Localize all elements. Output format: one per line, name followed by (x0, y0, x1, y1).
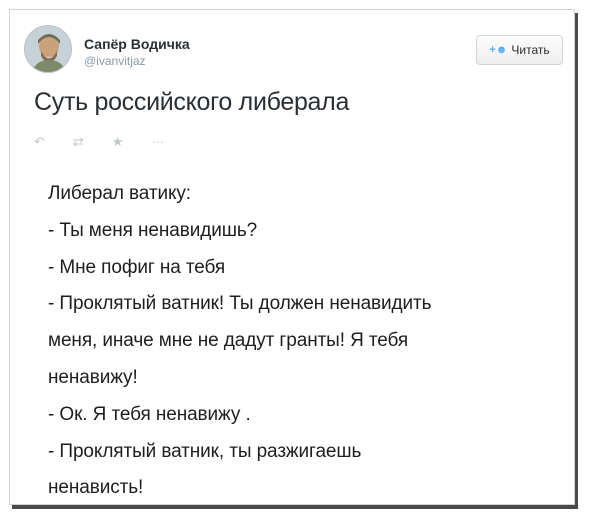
text-line: - Ты меня ненавидишь? (48, 219, 258, 241)
tweet-headline: Суть российского либерала (34, 88, 350, 116)
text-line: - Проклятый ватник, ты разжигаешь (48, 440, 362, 462)
tweet-card: Сапёр Водичка @ivanvitjaz +☻ Читать Суть… (9, 9, 575, 505)
follow-label: Читать (511, 43, 550, 57)
favorite-icon[interactable]: ★ (112, 135, 124, 149)
follow-button[interactable]: +☻ Читать (476, 35, 563, 65)
text-line: ненависть! (48, 477, 144, 499)
text-line: - Ок. Я тебя ненавижу . (48, 403, 251, 425)
avatar[interactable] (24, 25, 72, 73)
tweet-image-text: Либерал ватику: - Ты меня ненавидишь? - … (48, 176, 558, 507)
author-handle[interactable]: @ivanvitjaz (84, 54, 146, 68)
more-icon[interactable]: ··· (151, 135, 164, 149)
text-line: меня, иначе мне не дадут гранты! Я тебя (48, 330, 409, 352)
text-line: ненавижу! (48, 366, 138, 388)
retweet-icon[interactable]: ⇄ (73, 135, 84, 149)
tweet-actions: ↶ ⇄ ★ ··· (34, 135, 164, 149)
text-line: Либерал ватику: (48, 183, 191, 204)
add-user-icon: +☻ (489, 44, 508, 56)
text-line: - Мне пофиг на тебя (48, 256, 226, 278)
text-line: - Проклятый ватник! Ты должен ненавидить (48, 293, 432, 315)
reply-icon[interactable]: ↶ (34, 135, 45, 149)
author-name[interactable]: Сапёр Водичка (84, 36, 190, 52)
